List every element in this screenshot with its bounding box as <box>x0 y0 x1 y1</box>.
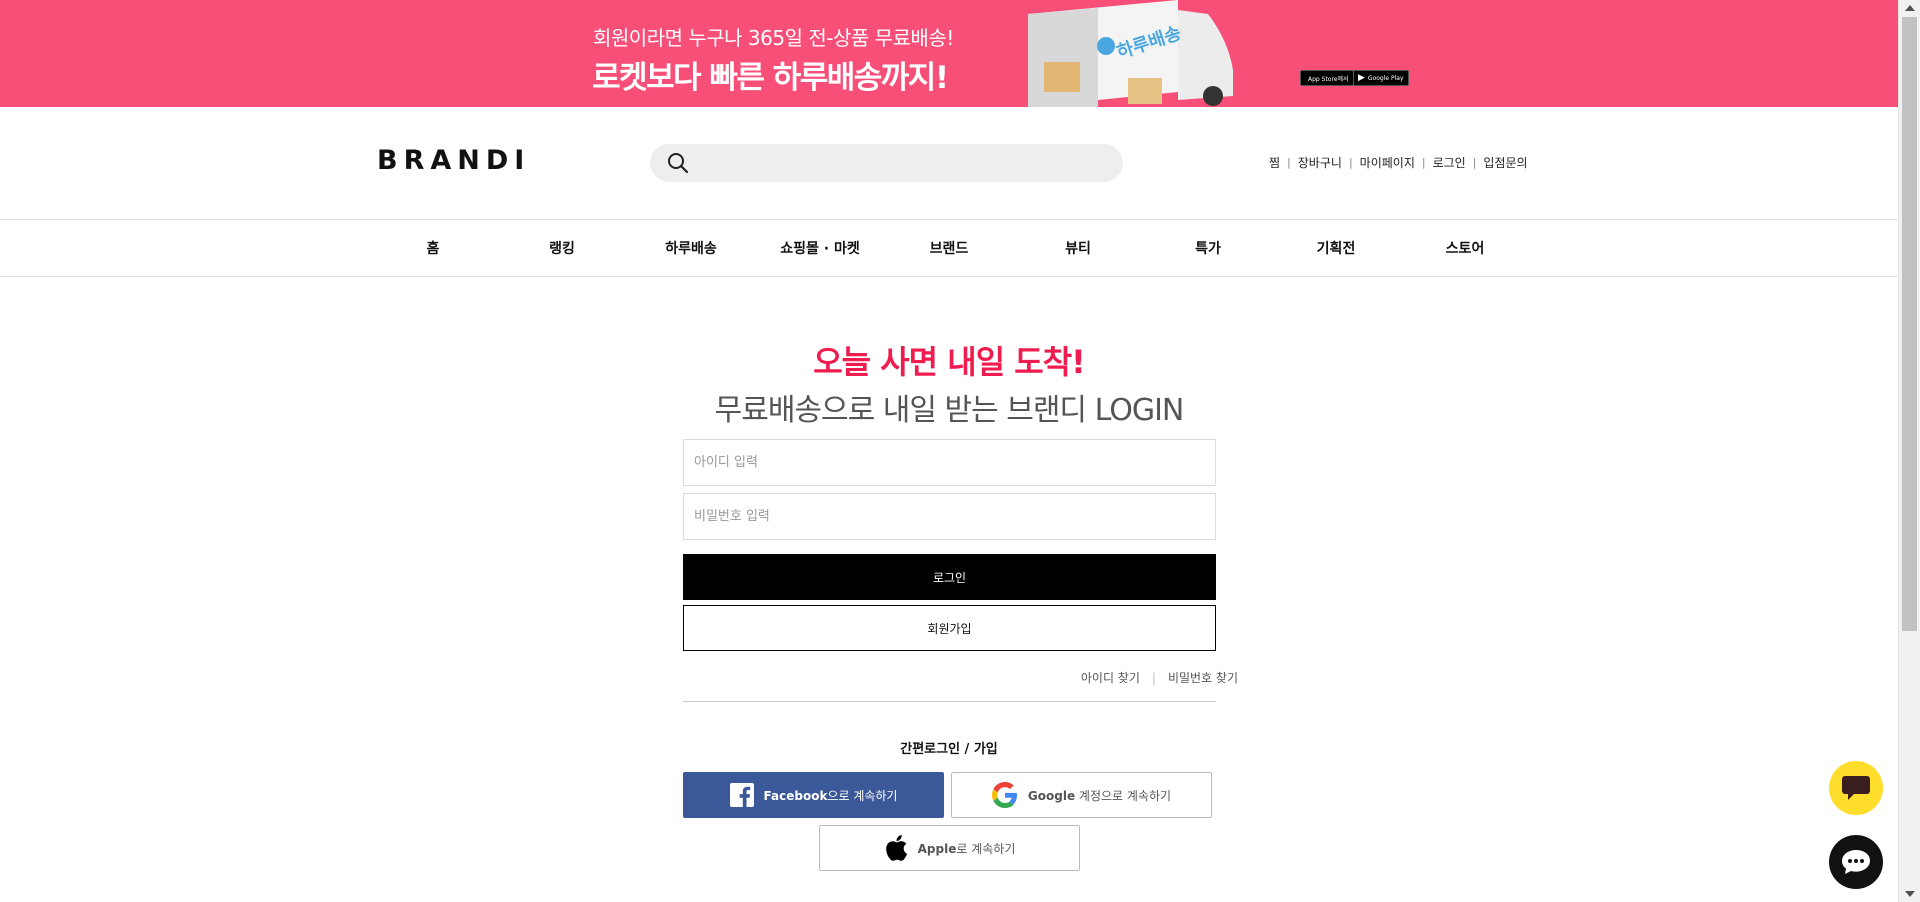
section-divider <box>683 701 1216 702</box>
util-link-partner-inquiry[interactable]: 입점문의 <box>1483 154 1527 171</box>
googleplay-badge[interactable]: ▶ Google Play <box>1353 70 1409 86</box>
find-separator: | <box>1151 670 1156 685</box>
utility-links: 찜 | 장바구니 | 마이페이지 | 로그인 | 입점문의 <box>1269 154 1528 171</box>
nav-item-brand[interactable]: 브랜드 <box>930 238 969 258</box>
nav-item-one-day-delivery[interactable]: 하루배송 <box>665 238 717 258</box>
facebook-login-button[interactable]: Facebook으로 계속하기 <box>683 772 944 818</box>
chat-floating-button[interactable] <box>1829 761 1883 815</box>
search-icon[interactable] <box>667 152 689 174</box>
scroll-up-arrow-icon[interactable] <box>1905 5 1915 11</box>
nav-item-beauty[interactable]: 뷰티 <box>1065 238 1091 258</box>
nav-item-home[interactable]: 홈 <box>427 238 440 258</box>
facebook-label: Facebook으로 계속하기 <box>763 788 898 803</box>
delivery-truck-icon: 하루배송 <box>1028 0 1233 107</box>
facebook-icon <box>729 783 754 807</box>
nav-item-exhibition[interactable]: 기획전 <box>1317 238 1356 258</box>
apple-label: Apple로 계속하기 <box>917 841 1016 856</box>
google-label: Google 계정으로 계속하기 <box>1027 788 1172 803</box>
apple-icon <box>885 835 907 861</box>
promo-banner[interactable]: 회원이라면 누구나 365일 전-상품 무료배송! 로켓보다 빠른 하루배송까지… <box>0 0 1898 107</box>
nav-item-ranking[interactable]: 랭킹 <box>549 238 575 258</box>
appstore-label: App Store에서 <box>1308 75 1349 83</box>
util-link-mypage[interactable]: 마이페이지 <box>1360 154 1415 171</box>
join-button[interactable]: 회원가입 <box>683 605 1216 651</box>
scroll-down-arrow-icon[interactable] <box>1905 891 1915 897</box>
util-separator: | <box>1472 156 1477 169</box>
scroll-thumb[interactable] <box>1902 17 1917 631</box>
find-password-link[interactable]: 비밀번호 찾기 <box>1168 669 1238 686</box>
nav-item-special-deal[interactable]: 특가 <box>1195 238 1221 258</box>
password-field[interactable] <box>683 493 1216 540</box>
speech-bubble-icon <box>1842 776 1870 800</box>
util-link-login[interactable]: 로그인 <box>1433 154 1466 171</box>
appstore-badge[interactable]: App Store에서 <box>1300 70 1354 86</box>
chat-dots-icon <box>1842 850 1870 874</box>
talk-floating-button[interactable] <box>1829 835 1883 889</box>
util-link-cart[interactable]: 장바구니 <box>1298 154 1342 171</box>
nav-item-store[interactable]: 스토어 <box>1446 238 1485 258</box>
main-nav: 홈 랭킹 하루배송 쇼핑몰 · 마켓 브랜드 뷰티 특가 기획전 스토어 <box>0 219 1898 277</box>
util-separator: | <box>1348 156 1353 169</box>
id-input[interactable] <box>684 440 1215 485</box>
brand-logo[interactable]: BRANDI <box>377 145 530 176</box>
util-separator: | <box>1421 156 1426 169</box>
login-button[interactable]: 로그인 <box>683 554 1216 600</box>
simple-login-title: 간편로그인 / 가입 <box>900 742 998 757</box>
search-input[interactable] <box>702 148 1102 178</box>
google-login-button[interactable]: Google 계정으로 계속하기 <box>951 772 1212 818</box>
promo-line2: 로켓보다 빠른 하루배송까지! <box>592 60 949 96</box>
id-field[interactable] <box>683 439 1216 486</box>
login-subheadline: 무료배송으로 내일 받는 브랜디 LOGIN <box>714 393 1185 428</box>
promo-line1: 회원이라면 누구나 365일 전-상품 무료배송! <box>593 26 954 50</box>
google-icon <box>991 782 1017 808</box>
find-id-link[interactable]: 아이디 찾기 <box>1081 669 1140 686</box>
nav-item-shopping-mall[interactable]: 쇼핑몰 · 마켓 <box>780 238 859 258</box>
search-bar[interactable] <box>650 144 1123 182</box>
googleplay-label: Google Play <box>1367 74 1404 82</box>
password-input[interactable] <box>684 494 1215 539</box>
vertical-scrollbar[interactable] <box>1898 0 1920 902</box>
play-icon: ▶ <box>1358 73 1365 83</box>
apple-login-button[interactable]: Apple로 계속하기 <box>819 825 1080 871</box>
util-separator: | <box>1287 156 1291 169</box>
login-headline: 오늘 사면 내일 도착! <box>813 343 1086 381</box>
util-link-wishlist[interactable]: 찜 <box>1269 154 1280 171</box>
find-account-links: 아이디 찾기 | 비밀번호 찾기 <box>1081 669 1238 686</box>
